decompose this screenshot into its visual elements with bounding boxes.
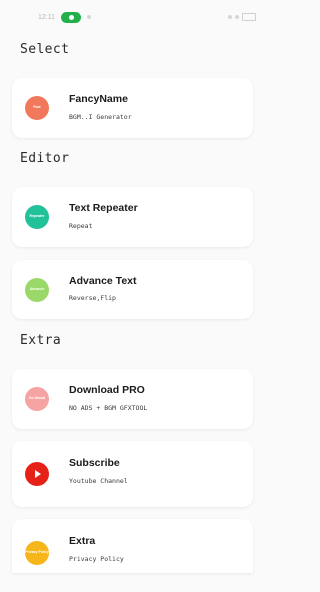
- card-title: Advance Text: [69, 275, 137, 287]
- privacy-policy-logo-icon: Privacy Policy: [25, 541, 49, 565]
- fancyname-logo-icon: Fast: [25, 96, 49, 120]
- battery-icon: [242, 13, 256, 21]
- notification-dot-icon: [87, 15, 91, 19]
- card-title: Extra: [69, 535, 96, 547]
- download-pro-logo-icon: Go Ahead: [25, 387, 49, 411]
- card-subtitle: NO ADS + BGM GFXTOOL: [69, 404, 148, 412]
- section-title-extra: Extra: [20, 333, 62, 348]
- section-title-select: Select: [20, 42, 70, 57]
- menu-card-fancyname[interactable]: Fast FancyName BGM..I Generator: [12, 78, 253, 138]
- card-title: Download PRO: [69, 384, 145, 396]
- card-title: FancyName: [69, 93, 128, 105]
- menu-card-download-pro[interactable]: Go Ahead Download PRO NO ADS + BGM GFXTO…: [12, 369, 253, 429]
- card-subtitle: Privacy Policy: [69, 555, 124, 563]
- card-subtitle: Reverse,Flip: [69, 294, 116, 302]
- status-time: 12:11: [38, 13, 55, 21]
- card-subtitle: Youtube Channel: [69, 477, 128, 485]
- card-subtitle: Repeat: [69, 222, 93, 230]
- card-subtitle: BGM..I Generator: [69, 113, 132, 121]
- card-title: Text Repeater: [69, 202, 138, 214]
- youtube-play-icon: [25, 462, 49, 486]
- menu-card-text-repeater[interactable]: Repeater Text Repeater Repeat: [12, 187, 253, 247]
- section-title-editor: Editor: [20, 151, 70, 166]
- call-indicator-icon: [61, 11, 81, 23]
- alarm-icon: [228, 15, 232, 19]
- text-repeater-logo-icon: Repeater: [25, 205, 49, 229]
- status-bar: 12:11: [0, 0, 266, 34]
- signal-icon: [235, 15, 239, 19]
- menu-card-extra[interactable]: Privacy Policy Extra Privacy Policy: [12, 519, 253, 573]
- card-title: Subscribe: [69, 457, 120, 469]
- menu-card-advance-text[interactable]: Advance Advance Text Reverse,Flip: [12, 260, 253, 319]
- menu-card-subscribe[interactable]: Subscribe Youtube Channel: [12, 441, 253, 507]
- advance-text-logo-icon: Advance: [25, 278, 49, 302]
